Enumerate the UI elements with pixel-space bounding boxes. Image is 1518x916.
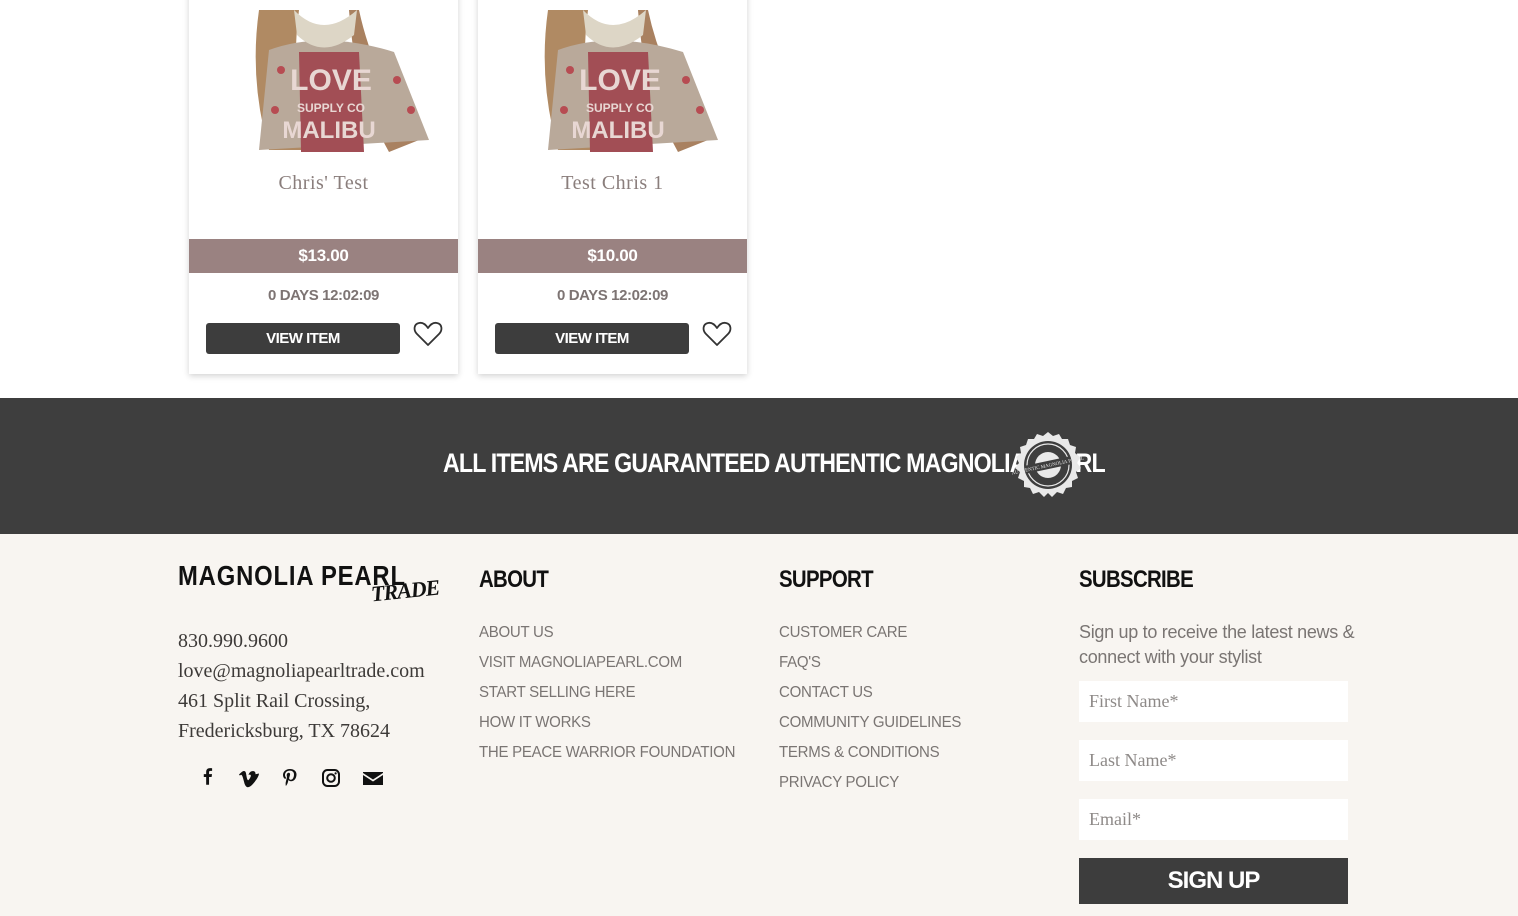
auction-timer: 0 DAYS 12:02:09 — [556, 287, 669, 304]
about-heading: ABOUT — [479, 566, 549, 593]
subscribe-column: SUBSCRIBE — [1079, 566, 1213, 594]
product-price: $13.00 — [189, 239, 458, 273]
support-column: SUPPORT CUSTOMER CARE FAQ'S CONTACT US C… — [779, 566, 973, 798]
faqs-link[interactable]: FAQ'S — [779, 648, 961, 678]
privacy-policy-link[interactable]: PRIVACY POLICY — [779, 768, 961, 798]
heart-icon[interactable] — [413, 320, 443, 348]
peace-warrior-foundation-link[interactable]: THE PEACE WARRIOR FOUNDATION — [479, 738, 735, 768]
start-selling-link[interactable]: START SELLING HERE — [479, 678, 735, 708]
support-heading: SUPPORT — [779, 566, 874, 593]
facebook-icon[interactable] — [196, 766, 237, 790]
email-icon[interactable] — [360, 766, 401, 790]
svg-text:LOVE: LOVE — [579, 64, 661, 97]
vimeo-icon[interactable] — [237, 766, 278, 790]
sign-up-button[interactable]: SIGN UP — [1079, 858, 1348, 904]
svg-text:SUPPLY CO: SUPPLY CO — [586, 101, 654, 115]
view-item-button[interactable]: VIEW ITEM — [206, 323, 400, 354]
contact-us-link[interactable]: CONTACT US — [779, 678, 961, 708]
authentic-seal-icon: AUTHENTIC MAGNOLIA PEARL — [1012, 432, 1084, 497]
product-photo-model: LOVE SUPPLY CO MALIBU — [189, 0, 458, 154]
address-line-1: 461 Split Rail Crossing, — [178, 690, 371, 712]
auction-timer: 0 DAYS 12:02:09 — [267, 287, 380, 304]
terms-conditions-link[interactable]: TERMS & CONDITIONS — [779, 738, 961, 768]
authenticity-text: ALL ITEMS ARE GUARANTEED AUTHENTIC MAGNO… — [443, 448, 1106, 478]
how-it-works-link[interactable]: HOW IT WORKS — [479, 708, 735, 738]
product-image[interactable]: LOVE SUPPLY CO MALIBU — [478, 0, 747, 154]
about-us-link[interactable]: ABOUT US — [479, 618, 735, 648]
product-photo-model: LOVE SUPPLY CO MALIBU — [478, 0, 747, 154]
contact-info: 830.990.9600 love@magnoliapearltrade.com… — [178, 626, 425, 746]
last-name-input[interactable] — [1079, 740, 1348, 781]
community-guidelines-link[interactable]: COMMUNITY GUIDELINES — [779, 708, 961, 738]
footer-logo[interactable]: MAGNOLIA PEARL TRADE — [178, 560, 446, 607]
product-grid: LOVE SUPPLY CO MALIBU Chris' Test $13.00… — [0, 0, 1518, 398]
phone-number[interactable]: 830.990.9600 — [178, 626, 425, 656]
email-input[interactable] — [1079, 799, 1348, 840]
instagram-icon[interactable] — [319, 766, 360, 790]
product-card: LOVE SUPPLY CO MALIBU Chris' Test $13.00… — [189, 0, 458, 374]
address-line-2: Fredericksburg, TX 78624 — [178, 720, 391, 742]
view-item-button[interactable]: VIEW ITEM — [495, 323, 689, 354]
product-image[interactable]: LOVE SUPPLY CO MALIBU — [189, 0, 458, 154]
about-column: ABOUT ABOUT US VISIT MAGNOLIAPEARL.COM S… — [479, 566, 752, 768]
logo-subtext: TRADE — [369, 574, 441, 607]
svg-text:LOVE: LOVE — [290, 64, 372, 97]
svg-text:SUPPLY CO: SUPPLY CO — [297, 101, 365, 115]
pinterest-icon[interactable] — [278, 766, 319, 790]
authenticity-banner: ALL ITEMS ARE GUARANTEED AUTHENTIC MAGNO… — [0, 398, 1518, 534]
first-name-input[interactable] — [1079, 681, 1348, 722]
site-footer: MAGNOLIA PEARL TRADE 830.990.9600 love@m… — [0, 534, 1518, 916]
subscribe-heading: SUBSCRIBE — [1079, 566, 1194, 593]
svg-text:MALIBU: MALIBU — [282, 117, 375, 144]
product-card: LOVE SUPPLY CO MALIBU Test Chris 1 $10.0… — [478, 0, 747, 374]
product-price: $10.00 — [478, 239, 747, 273]
social-links — [196, 766, 401, 790]
product-name[interactable]: Chris' Test — [189, 172, 458, 195]
customer-care-link[interactable]: CUSTOMER CARE — [779, 618, 961, 648]
subscribe-description: Sign up to receive the latest news & con… — [1079, 622, 1355, 667]
svg-text:MALIBU: MALIBU — [571, 117, 664, 144]
visit-magnoliapearl-link[interactable]: VISIT MAGNOLIAPEARL.COM — [479, 648, 735, 678]
product-name[interactable]: Test Chris 1 — [478, 172, 747, 195]
email-address[interactable]: love@magnoliapearltrade.com — [178, 656, 425, 686]
heart-icon[interactable] — [702, 320, 732, 348]
